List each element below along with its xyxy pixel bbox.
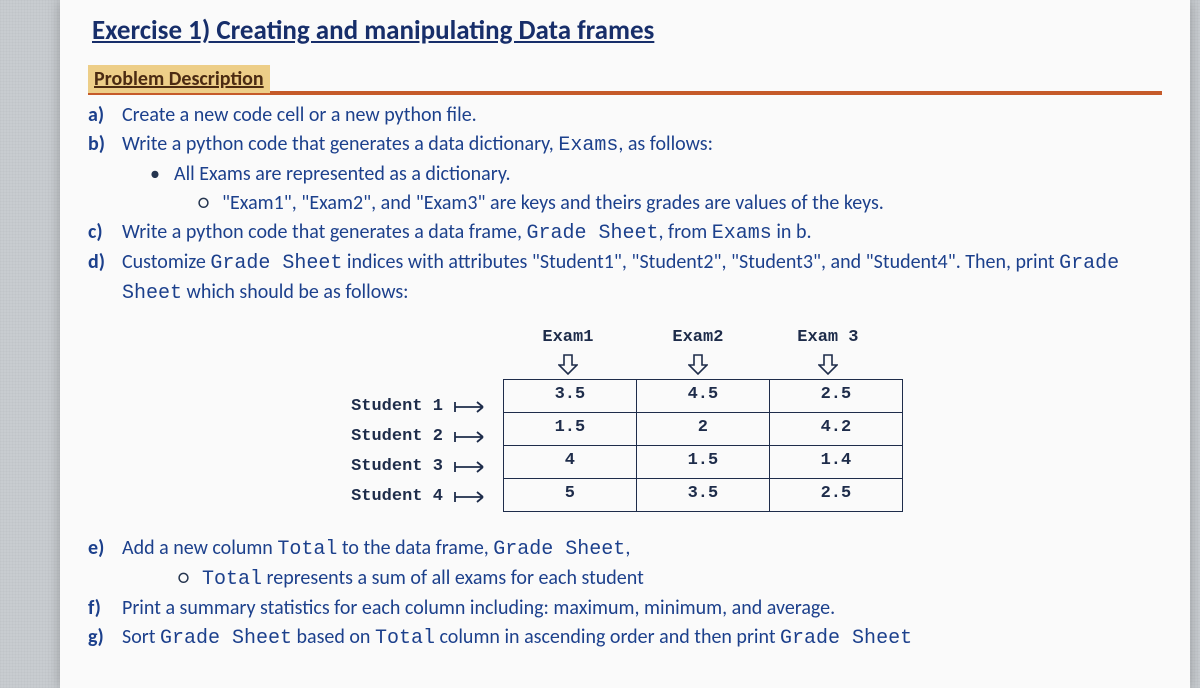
b-post: , as follows:	[618, 132, 713, 156]
text-g: Sort Grade Sheet based on Total column i…	[122, 623, 1162, 653]
e-code: Total	[277, 538, 337, 561]
item-b-sub1: • All Exams are represented as a diction…	[88, 160, 1162, 189]
e-post: ,	[625, 536, 630, 560]
cell: 2	[636, 412, 769, 445]
cell: 5	[503, 478, 636, 511]
col-header-1: Exam2	[672, 328, 723, 347]
text-f: Print a summary statistics for each colu…	[122, 594, 1162, 623]
c-code: Grade Sheet	[526, 222, 658, 245]
item-d: d) Customize Grade Sheet indices with at…	[88, 248, 1162, 308]
arrow-down-icon	[558, 353, 578, 375]
table-row: 4 1.5 1.4	[503, 445, 902, 478]
row-label-3: Student 4	[347, 482, 447, 512]
marker-c: c)	[88, 218, 122, 248]
d-mid: indices with attributes "Student1", "Stu…	[342, 250, 1059, 274]
g-pre: Sort	[122, 625, 160, 649]
marker-f: f)	[88, 594, 122, 623]
row-label-1: Student 2	[347, 422, 447, 452]
arrow-down-icon	[688, 353, 708, 375]
c-pre: Write a python code that generates a dat…	[122, 220, 526, 244]
cell: 2.5	[769, 478, 902, 511]
g-code2: Total	[375, 627, 435, 650]
row-label-2: Student 3	[347, 452, 447, 482]
b-sub1-text: All Exams are represented as a dictionar…	[174, 160, 511, 189]
cell: 4	[503, 445, 636, 478]
cell: 2.5	[769, 379, 902, 412]
document-page: Exercise 1) Creating and manipulating Da…	[60, 0, 1190, 688]
text-d: Customize Grade Sheet indices with attri…	[122, 248, 1162, 308]
col-header-0: Exam1	[542, 328, 593, 347]
cell: 4.5	[636, 379, 769, 412]
item-g: g) Sort Grade Sheet based on Total colum…	[88, 623, 1162, 653]
arrow-down-icon	[818, 353, 838, 375]
circle-bullet-icon: ○	[178, 564, 202, 594]
item-e-sub: ○ Total represents a sum of all exams fo…	[88, 564, 1162, 594]
cell: 1.5	[636, 445, 769, 478]
d-pre: Customize	[122, 250, 210, 274]
d-post: which should be as follows:	[182, 280, 408, 304]
g-mid: based on	[292, 625, 375, 649]
marker-b: b)	[88, 130, 122, 160]
arrow-right-icon	[453, 428, 495, 446]
item-b: b) Write a python code that generates a …	[88, 130, 1162, 160]
section-heading-row: Problem Description	[88, 65, 1162, 95]
grade-table: 3.5 4.5 2.5 1.5 2 4.2 4 1.5 1.4	[503, 379, 903, 512]
g-code: Grade Sheet	[160, 627, 292, 650]
item-b-sub2: ○ "Exam1", "Exam2", and "Exam3" are keys…	[88, 189, 1162, 218]
table-row: 3.5 4.5 2.5	[503, 379, 902, 412]
text-e: Add a new column Total to the data frame…	[122, 534, 1162, 564]
row-labels: Student 1 Student 2 Student 3 Student 4	[347, 392, 495, 512]
e-sub-text: Total represents a sum of all exams for …	[202, 564, 644, 594]
text-a: Create a new code cell or a new python f…	[122, 101, 1162, 130]
row-label-0: Student 1	[347, 392, 447, 422]
e-sub-code: Total	[202, 568, 262, 591]
e-code2: Grade Sheet	[493, 538, 625, 561]
table-row: 5 3.5 2.5	[503, 478, 902, 511]
e-sub-rest: represents a sum of all exams for each s…	[262, 566, 644, 590]
e-mid: to the data frame,	[337, 536, 493, 560]
exercise-title: Exercise 1) Creating and manipulating Da…	[92, 14, 1162, 47]
arrow-right-icon	[453, 398, 495, 416]
c-post: in b.	[772, 220, 812, 244]
marker-d: d)	[88, 248, 122, 308]
cell: 1.4	[769, 445, 902, 478]
marker-e: e)	[88, 534, 122, 564]
b-code: Exams	[558, 134, 618, 157]
circle-bullet-icon: ○	[198, 189, 222, 218]
marker-a: a)	[88, 101, 122, 130]
item-f: f) Print a summary statistics for each c…	[88, 594, 1162, 623]
item-a: a) Create a new code cell or a new pytho…	[88, 101, 1162, 130]
cell: 3.5	[636, 478, 769, 511]
item-e: e) Add a new column Total to the data fr…	[88, 534, 1162, 564]
section-heading: Problem Description	[88, 65, 270, 93]
text-b: Write a python code that generates a dat…	[122, 130, 1162, 160]
b-pre: Write a python code that generates a dat…	[122, 132, 558, 156]
col-header-2: Exam 3	[797, 328, 858, 347]
arrow-right-icon	[453, 458, 495, 476]
g-code3: Grade Sheet	[780, 627, 912, 650]
grade-sheet-figure: Student 1 Student 2 Student 3 Student 4 …	[88, 326, 1162, 512]
bullet-icon: •	[150, 160, 174, 189]
b-sub2-text: "Exam1", "Exam2", and "Exam3" are keys a…	[222, 189, 884, 218]
table-row: 1.5 2 4.2	[503, 412, 902, 445]
cell: 4.2	[769, 412, 902, 445]
text-c: Write a python code that generates a dat…	[122, 218, 1162, 248]
c-mid: , from	[658, 220, 711, 244]
c-code2: Exams	[712, 222, 772, 245]
col-headers: Exam1 Exam2 Exam 3	[503, 326, 903, 379]
cell: 1.5	[503, 412, 636, 445]
item-c: c) Write a python code that generates a …	[88, 218, 1162, 248]
e-pre: Add a new column	[122, 536, 277, 560]
marker-g: g)	[88, 623, 122, 653]
g-post: column in ascending order and then print	[435, 625, 780, 649]
arrow-right-icon	[453, 488, 495, 506]
cell: 3.5	[503, 379, 636, 412]
problem-list: a) Create a new code cell or a new pytho…	[88, 101, 1162, 653]
d-code: Grade Sheet	[210, 252, 342, 275]
